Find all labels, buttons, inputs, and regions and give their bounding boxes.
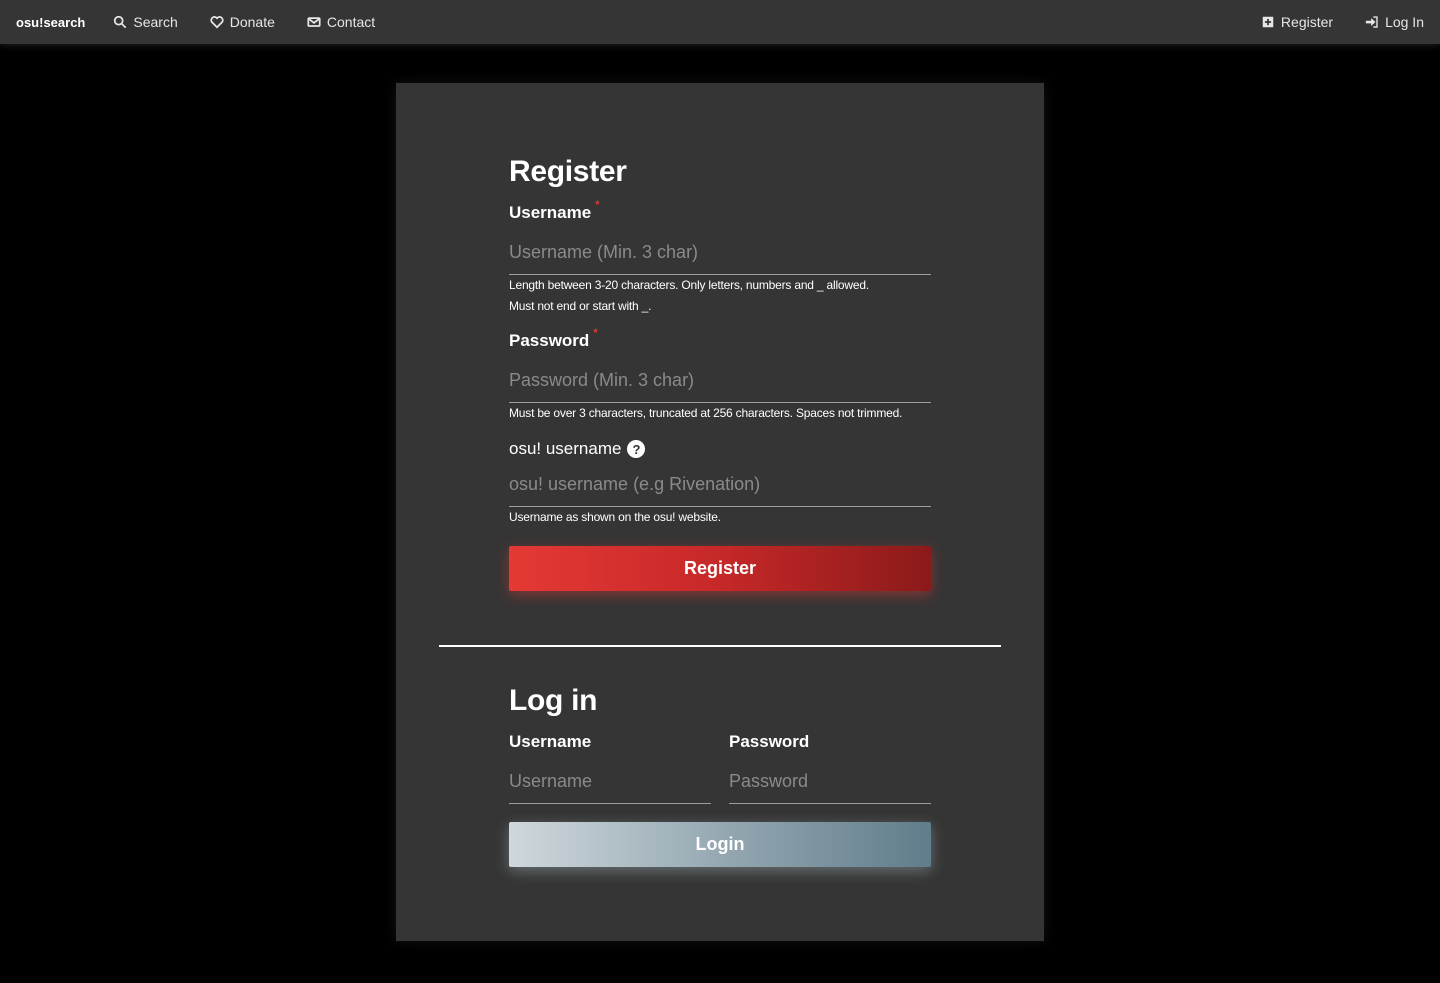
login-username-col: Username: [509, 732, 711, 804]
heart-icon: [210, 16, 224, 29]
auth-card: Register Username * Length between 3-20 …: [396, 83, 1044, 941]
brand-logo[interactable]: osu!search: [16, 15, 85, 30]
register-password-input[interactable]: [509, 359, 931, 403]
login-password-col: Password: [729, 732, 931, 804]
register-password-label: Password *: [509, 327, 931, 351]
nav-contact-label: Contact: [326, 14, 376, 30]
register-username-hint: Length between 3-20 characters. Only let…: [509, 275, 931, 317]
search-icon: [114, 15, 127, 29]
register-password-label-text: Password: [509, 331, 590, 350]
nav-right-group: Register Log In: [1245, 0, 1440, 44]
login-password-label: Password: [729, 732, 810, 751]
login-title: Log in: [509, 684, 598, 717]
register-username-label: Username *: [509, 199, 931, 223]
osu-username-input[interactable]: [509, 463, 931, 507]
nav-donate[interactable]: Donate: [194, 0, 291, 44]
register-password-hint: Must be over 3 characters, truncated at …: [509, 406, 903, 420]
login-button[interactable]: Login: [509, 822, 931, 867]
nav-search[interactable]: Search: [97, 0, 193, 44]
nav-login[interactable]: Log In: [1349, 0, 1440, 44]
register-title: Register: [509, 155, 627, 188]
login-password-input[interactable]: [729, 760, 931, 804]
login-fields-row: Username Password: [509, 732, 931, 804]
nav-search-label: Search: [133, 14, 178, 30]
nav-register-label: Register: [1280, 14, 1334, 30]
nav-contact[interactable]: Contact: [291, 0, 391, 44]
login-username-input[interactable]: [509, 760, 711, 804]
register-username-label-text: Username: [509, 203, 592, 222]
osu-username-label: osu! username ?: [509, 439, 931, 459]
plus-square-icon: [1262, 16, 1274, 28]
register-username-hint-line1: Length between 3-20 characters. Only let…: [509, 278, 869, 292]
osu-username-label-text: osu! username: [509, 439, 622, 458]
register-button[interactable]: Register: [509, 546, 931, 591]
login-section: Log in Username Password Login: [509, 684, 931, 867]
section-divider: [439, 645, 1001, 647]
register-section: Register Username * Length between 3-20 …: [509, 155, 931, 591]
register-username-hint-line2: Must not end or start with _.: [509, 299, 652, 313]
osu-username-hint: Username as shown on the osu! website.: [509, 510, 721, 524]
register-username-input[interactable]: [509, 231, 931, 275]
top-navbar: osu!search Search Donate Contact Registe…: [0, 0, 1440, 44]
nav-register[interactable]: Register: [1245, 0, 1349, 44]
nav-donate-label: Donate: [229, 14, 275, 30]
envelope-icon: [307, 17, 321, 27]
question-circle-icon[interactable]: ?: [627, 440, 646, 458]
required-marker: *: [595, 199, 600, 211]
login-username-label: Username: [509, 732, 592, 751]
sign-in-icon: [1365, 16, 1378, 28]
required-marker: *: [593, 327, 598, 339]
nav-login-label: Log In: [1385, 14, 1424, 30]
